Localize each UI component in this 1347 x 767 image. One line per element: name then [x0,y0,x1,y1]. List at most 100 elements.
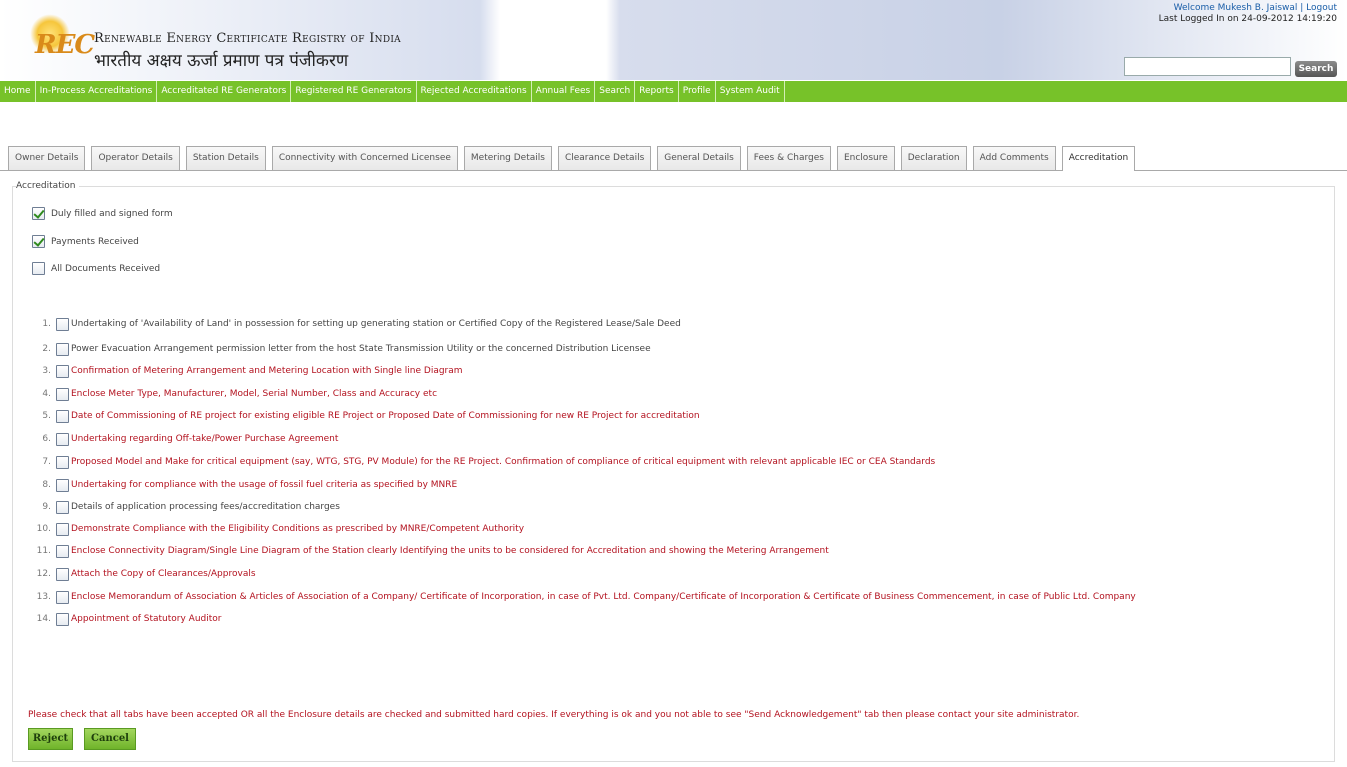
brand-title-en: Renewable Energy Certificate Registry of… [94,31,401,46]
doc-checkbox[interactable] [56,612,69,626]
doc-number: 3. [42,366,51,376]
search-button[interactable]: Search [1295,61,1337,77]
nav-rejected-accreditations[interactable]: Rejected Accreditations [417,81,532,102]
doc-number: 9. [42,502,51,512]
doc-text: Demonstrate Compliance with the Eligibil… [71,524,525,534]
doc-text: Enclose Connectivity Diagram/Single Line… [71,546,829,556]
nav-reports[interactable]: Reports [635,81,679,102]
nav-registered-re-generators[interactable]: Registered RE Generators [291,81,417,102]
checkbox-payments-received[interactable] [32,235,45,248]
doc-text: Date of Commissioning of RE project for … [71,411,700,421]
doc-text: Power Evacuation Arrangement permission … [71,344,651,354]
check-label: Payments Received [51,236,139,247]
accreditation-fieldset [12,186,1335,762]
nav-home[interactable]: Home [0,81,36,102]
doc-number: 11. [36,546,51,556]
document-item: 11. Enclose Connectivity Diagram/Single L… [22,543,829,559]
doc-checkbox[interactable] [56,387,69,401]
brand-title-hi: भारतीय अक्षय ऊर्जा प्रमाण पत्र पंजीकरण [94,51,349,71]
doc-checkbox[interactable] [56,455,69,469]
tab-general-details[interactable]: General Details [657,146,741,170]
doc-number: 5. [42,411,51,421]
check-label: All Documents Received [51,263,161,274]
doc-checkbox[interactable] [56,409,69,423]
document-item: 14. Appointment of Statutory Auditor [22,611,221,627]
doc-checkbox[interactable] [56,342,69,356]
tab-clearance-details[interactable]: Clearance Details [557,146,652,170]
cancel-button[interactable]: Cancel [84,728,136,750]
check-all-documents[interactable]: All Documents Received [32,262,160,275]
nav-system-audit[interactable]: System Audit [716,81,785,102]
document-item: 7. Proposed Model and Make for critical e… [22,454,935,470]
check-payments-received[interactable]: Payments Received [32,235,139,248]
document-item: 13. Enclose Memorandum of Association & A… [22,589,1136,605]
doc-text: Confirmation of Metering Arrangement and… [71,366,463,376]
rec-logo: REC [30,14,95,60]
fieldset-legend: Accreditation [16,181,80,191]
document-item: 2. Power Evacuation Arrangement permissio… [22,341,651,357]
doc-checkbox[interactable] [56,317,69,331]
document-item: 6. Undertaking regarding Off-take/Power P… [22,431,338,447]
doc-number: 12. [36,569,51,579]
reject-button[interactable]: Reject [28,728,73,750]
check-label: Duly filled and signed form [51,208,173,219]
doc-text: Undertaking regarding Off-take/Power Pur… [71,434,339,444]
header: REC Renewable Energy Certificate Registr… [0,0,1347,80]
search-input[interactable] [1124,57,1291,76]
doc-text: Attach the Copy of Clearances/Approvals [71,569,256,579]
doc-number: 8. [42,480,51,490]
doc-number: 13. [36,592,51,602]
doc-number: 6. [42,434,51,444]
doc-text: Enclose Memorandum of Association & Arti… [71,592,1136,602]
doc-checkbox[interactable] [56,432,69,446]
doc-checkbox[interactable] [56,364,69,378]
tab-metering-details[interactable]: Metering Details [463,146,552,170]
tab-operator-details[interactable]: Operator Details [91,146,180,170]
document-item: 4. Enclose Meter Type, Manufacturer, Mode… [22,386,437,402]
doc-number: 14. [36,614,51,624]
doc-number: 7. [42,457,51,467]
document-item: 3. Confirmation of Metering Arrangement a… [22,363,463,379]
tab-add-comments[interactable]: Add Comments [972,146,1056,170]
doc-checkbox[interactable] [56,567,69,581]
document-item: 8. Undertaking for compliance with the us… [22,477,457,493]
check-duly-filled[interactable]: Duly filled and signed form [32,207,173,220]
doc-checkbox[interactable] [56,590,69,604]
nav-search[interactable]: Search [595,81,636,102]
tab-connectivity[interactable]: Connectivity with Concerned Licensee [271,146,458,170]
tab-station-details[interactable]: Station Details [185,146,266,170]
doc-checkbox[interactable] [56,544,69,558]
nav-accreditated-re-generators[interactable]: Accreditated RE Generators [157,81,292,102]
document-item: 12. Attach the Copy of Clearances/Approva… [22,566,256,582]
doc-checkbox[interactable] [56,500,69,514]
last-login-text: Last Logged In on 24-09-2012 14:19:20 [1158,14,1337,24]
doc-checkbox[interactable] [56,478,69,492]
main-nav: Home In-Process Accreditations Accredita… [0,81,1347,102]
doc-number: 10. [36,524,51,534]
nav-in-process-accreditations[interactable]: In-Process Accreditations [36,81,158,102]
doc-number: 2. [42,344,51,354]
tab-owner-details[interactable]: Owner Details [8,146,86,170]
doc-checkbox[interactable] [56,522,69,536]
doc-number: 1. [42,319,51,329]
doc-number: 4. [42,389,51,399]
doc-text: Details of application processing fees/a… [71,502,340,512]
document-item: 10. Demonstrate Compliance with the Eligi… [22,521,524,537]
doc-text: Appointment of Statutory Auditor [71,614,222,624]
admin-note: Please check that all tabs have been acc… [28,710,1080,720]
doc-text: Undertaking for compliance with the usag… [71,480,458,490]
document-item: 5. Date of Commissioning of RE project fo… [22,408,700,424]
document-item: 9. Details of application processing fees… [22,499,340,515]
tab-declaration[interactable]: Declaration [900,146,967,170]
nav-profile[interactable]: Profile [679,81,716,102]
tab-accreditation[interactable]: Accreditation [1061,146,1136,171]
tab-enclosure[interactable]: Enclosure [836,146,895,170]
logo-text: REC [35,30,95,60]
checkbox-duly-filled[interactable] [32,207,45,220]
checkbox-all-documents[interactable] [32,262,45,275]
document-item: 1. Undertaking of 'Availability of Land' … [22,316,681,332]
tab-fees-charges[interactable]: Fees & Charges [746,146,831,170]
nav-annual-fees[interactable]: Annual Fees [532,81,596,102]
welcome-logout-link[interactable]: Welcome Mukesh B. Jaiswal | Logout [1174,3,1337,13]
doc-text: Proposed Model and Make for critical equ… [71,457,936,467]
